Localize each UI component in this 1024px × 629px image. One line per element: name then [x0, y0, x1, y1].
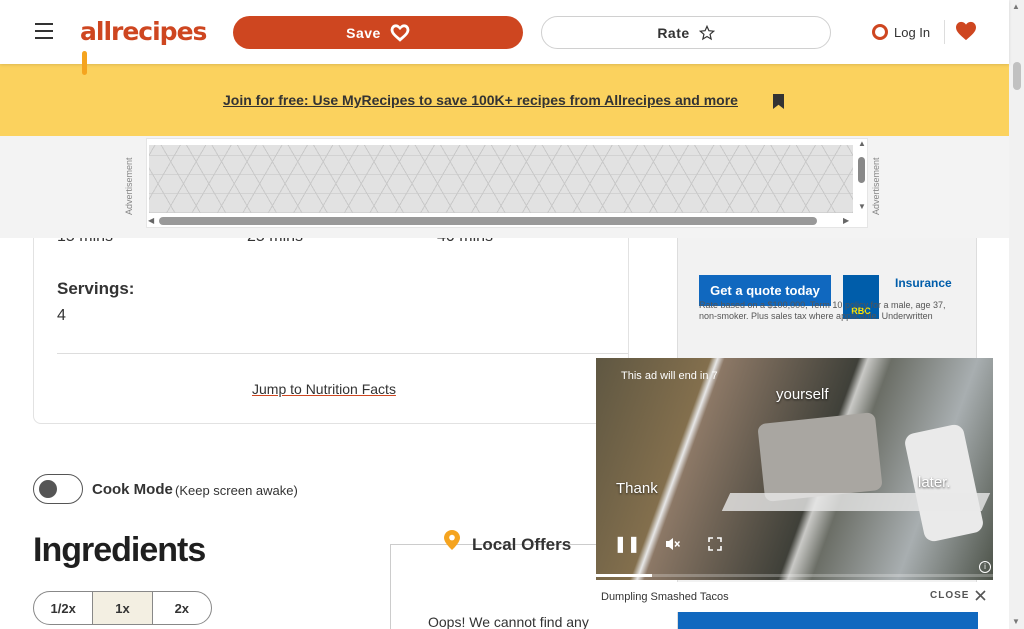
- ad-countdown-text: This ad will end in 7: [621, 370, 718, 382]
- save-label: Save: [346, 24, 381, 41]
- ad-label-right: Advertisement: [871, 157, 881, 215]
- promo-banner: Join for free: Use MyRecipes to save 100…: [0, 64, 1009, 136]
- video-caption: Dumpling Smashed Tacos: [601, 591, 729, 603]
- mute-button[interactable]: [658, 530, 688, 558]
- logo-text: allrecipes: [80, 17, 207, 46]
- ad-iframe[interactable]: ▲ ▼ ◀ ▶: [146, 138, 868, 228]
- scale-half-button[interactable]: 1/2x: [34, 592, 94, 624]
- video-truck-image: [757, 412, 883, 502]
- scroll-down-icon[interactable]: ▼: [858, 203, 866, 211]
- scale-1x-button[interactable]: 1x: [93, 592, 153, 624]
- servings-label: Servings:: [57, 279, 135, 298]
- rate-button[interactable]: Rate: [541, 16, 831, 49]
- toggle-knob: [39, 480, 57, 498]
- local-offers-message: Oops! We cannot find any: [428, 614, 589, 629]
- ad-placeholder-pattern: [149, 145, 853, 213]
- servings-value: 4: [57, 307, 66, 324]
- bookmark-icon[interactable]: [773, 94, 784, 109]
- video-progress-bar[interactable]: [596, 574, 993, 577]
- rate-label: Rate: [657, 24, 690, 41]
- saved-recipes-button[interactable]: [955, 21, 977, 43]
- pause-button[interactable]: ❚❚: [612, 530, 642, 558]
- ad-info-icon[interactable]: i: [979, 561, 991, 573]
- video-overlay-text-later: later.: [918, 474, 951, 491]
- fullscreen-button[interactable]: [700, 530, 730, 558]
- card-divider: [57, 353, 628, 354]
- ad-fine-print: Rate based on a $100,000, Term 10 policy…: [699, 300, 946, 321]
- login-link[interactable]: Log In: [872, 22, 930, 42]
- video-caption-bar: Dumpling Smashed Tacos CLOSE: [596, 582, 993, 612]
- local-offers-title: Local Offers: [472, 535, 572, 554]
- leaderboard-ad: Advertisement ▲ ▼ ◀ ▶ Advertisement: [0, 136, 1009, 238]
- page-scroll-up-icon[interactable]: ▲: [1012, 2, 1020, 11]
- video-overlay-text-thank: Thank: [616, 480, 658, 497]
- pause-icon: ❚❚: [613, 536, 641, 553]
- scroll-up-icon[interactable]: ▲: [858, 140, 866, 148]
- saved-heart-icon: [956, 21, 976, 41]
- video-overlay-text-yourself: yourself: [776, 386, 829, 403]
- page-scroll-down-icon[interactable]: ▼: [1012, 617, 1020, 626]
- heart-icon: [390, 23, 410, 42]
- menu-icon[interactable]: [35, 23, 53, 39]
- servings-scale-group: 1/2x 1x 2x: [33, 591, 212, 625]
- ad-label-left: Advertisement: [124, 157, 134, 215]
- join-myrecipes-link[interactable]: Join for free: Use MyRecipes to save 100…: [223, 92, 738, 108]
- save-button[interactable]: Save: [233, 16, 523, 49]
- video-close-button[interactable]: CLOSE: [930, 590, 987, 601]
- page-scrollbar[interactable]: ▲ ▼: [1009, 0, 1024, 629]
- header-divider: [944, 20, 945, 44]
- ad-horizontal-scrollbar[interactable]: [159, 217, 817, 225]
- location-pin-icon: [444, 530, 460, 550]
- login-label: Log In: [894, 24, 931, 40]
- ad-vertical-scrollbar[interactable]: ▲ ▼: [858, 140, 866, 211]
- user-icon: [872, 24, 888, 40]
- cook-mode-label: Cook Mode: [92, 481, 173, 498]
- ad-vertical-scroll-thumb[interactable]: [858, 157, 865, 183]
- close-label: CLOSE: [930, 590, 970, 601]
- video-player[interactable]: This ad will end in 7 yourself Thank lat…: [596, 358, 993, 580]
- spoon-icon: [82, 51, 87, 75]
- video-progress-fill: [596, 574, 652, 577]
- ingredients-heading: Ingredients: [33, 531, 206, 569]
- scroll-left-icon[interactable]: ◀: [148, 217, 154, 225]
- site-header: allrecipes Save Rate Log In: [0, 0, 1009, 75]
- insurance-label: Insurance: [895, 276, 952, 290]
- cook-mode-toggle[interactable]: [33, 474, 83, 504]
- expand-icon: [708, 537, 722, 551]
- scale-2x-button[interactable]: 2x: [153, 592, 211, 624]
- close-icon: [975, 590, 987, 601]
- jump-to-nutrition-link[interactable]: Jump to Nutrition Facts: [252, 381, 396, 397]
- star-icon: [698, 24, 715, 40]
- video-road-stripe: [721, 493, 991, 511]
- scroll-right-icon[interactable]: ▶: [843, 217, 849, 225]
- site-logo[interactable]: allrecipes: [80, 17, 208, 75]
- speaker-muted-icon: [666, 538, 681, 550]
- cook-mode-sublabel[interactable]: (Keep screen awake): [175, 483, 298, 498]
- page-scroll-thumb[interactable]: [1013, 62, 1021, 90]
